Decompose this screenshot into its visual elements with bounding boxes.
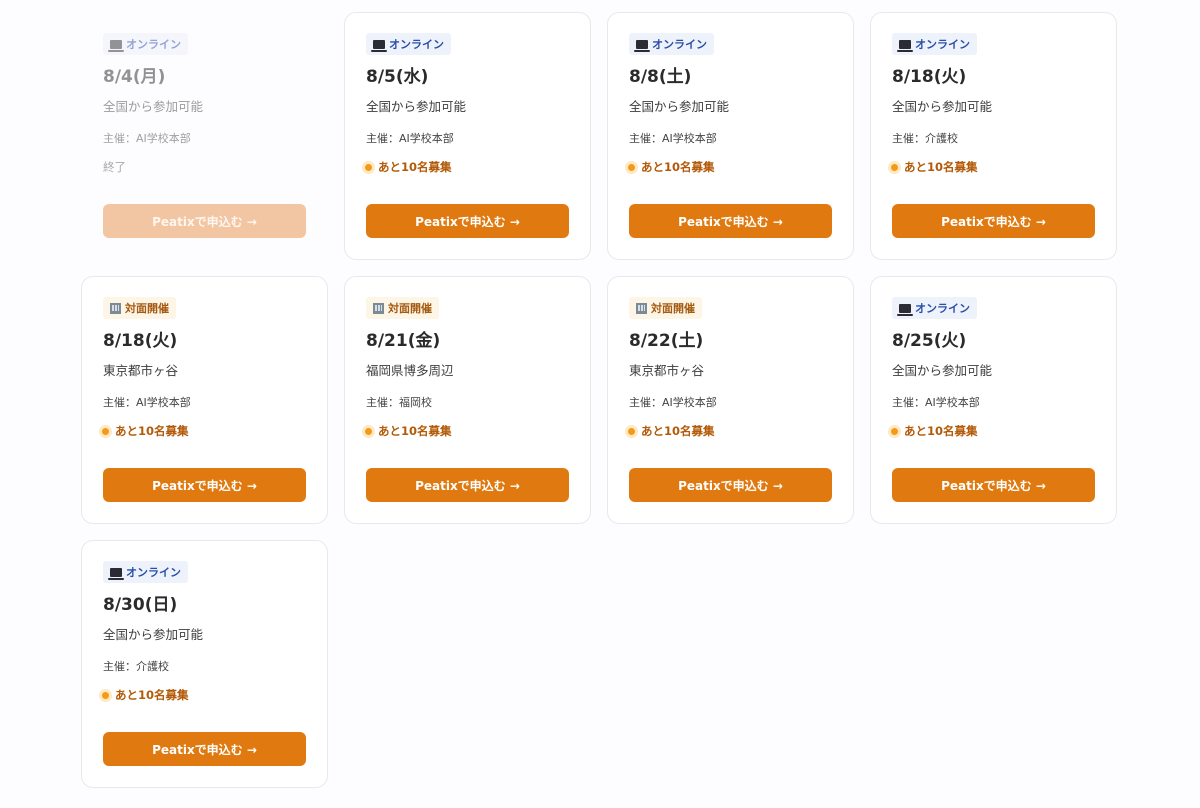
- status-dot-icon: [102, 427, 109, 435]
- event-date: 8/25(火): [892, 331, 967, 351]
- event-status-text: あと10名募集: [378, 160, 452, 174]
- event-date: 8/18(火): [103, 331, 178, 351]
- event-status: あと10名募集: [891, 159, 1095, 175]
- event-date: 8/30(日): [103, 595, 178, 615]
- event-card: オンライン 8/4(月) 全国から参加可能 主催：AI学校本部 終了 Peati…: [81, 12, 328, 260]
- event-status: あと10名募集: [628, 423, 832, 439]
- event-type-label: オンライン: [126, 566, 181, 579]
- event-date: 8/21(金): [366, 331, 441, 351]
- event-card: オンライン 8/30(日) 全国から参加可能 主催：介護校 あと10名募集 Pe…: [81, 540, 328, 788]
- peatix-apply-button[interactable]: Peatixで申込む →: [629, 468, 832, 502]
- event-location: 福岡県博多周辺: [366, 363, 454, 378]
- event-status-text: あと10名募集: [378, 424, 452, 438]
- peatix-apply-button[interactable]: Peatixで申込む →: [103, 732, 306, 766]
- status-dot-icon: [102, 691, 109, 699]
- event-type-badge: オンライン: [629, 33, 714, 55]
- event-date: 8/5(水): [366, 67, 429, 87]
- event-card: 対面開催 8/22(土) 東京都市ヶ谷 主催：AI学校本部 あと10名募集 Pe…: [607, 276, 854, 524]
- event-date: 8/18(火): [892, 67, 967, 87]
- laptop-icon: [634, 39, 650, 52]
- status-dot-icon: [891, 427, 898, 435]
- event-type-label: オンライン: [652, 38, 707, 51]
- event-status: あと10名募集: [102, 687, 306, 703]
- laptop-icon: [897, 303, 913, 316]
- peatix-apply-button[interactable]: Peatixで申込む →: [629, 204, 832, 238]
- event-type-badge: 対面開催: [366, 297, 439, 319]
- event-status: あと10名募集: [365, 159, 569, 175]
- event-host: 主催：AI学校本部: [629, 132, 717, 145]
- event-date: 8/22(土): [629, 331, 704, 351]
- event-host: 主催：AI学校本部: [629, 396, 717, 409]
- event-status-text: あと10名募集: [904, 160, 978, 174]
- event-host: 主催：福岡校: [366, 396, 432, 409]
- event-location: 全国から参加可能: [103, 627, 204, 642]
- event-location: 全国から参加可能: [366, 99, 467, 114]
- event-card: オンライン 8/5(水) 全国から参加可能 主催：AI学校本部 あと10名募集 …: [344, 12, 591, 260]
- event-type-badge: 対面開催: [103, 297, 176, 319]
- event-type-label: オンライン: [915, 38, 970, 51]
- event-type-label: 対面開催: [388, 302, 432, 315]
- event-date: 8/8(土): [629, 67, 692, 87]
- peatix-apply-button[interactable]: Peatixで申込む →: [366, 204, 569, 238]
- event-type-label: オンライン: [389, 38, 444, 51]
- event-location: 全国から参加可能: [892, 363, 993, 378]
- event-host: 主催：AI学校本部: [103, 396, 191, 409]
- peatix-apply-button: Peatixで申込む →: [103, 204, 306, 238]
- laptop-icon: [108, 39, 124, 52]
- status-dot-icon: [628, 163, 635, 171]
- event-type-badge: 対面開催: [629, 297, 702, 319]
- event-host: 主催：介護校: [892, 132, 958, 145]
- peatix-apply-button[interactable]: Peatixで申込む →: [366, 468, 569, 502]
- laptop-icon: [371, 39, 387, 52]
- event-card: オンライン 8/8(土) 全国から参加可能 主催：AI学校本部 あと10名募集 …: [607, 12, 854, 260]
- laptop-icon: [897, 39, 913, 52]
- event-type-label: 対面開催: [651, 302, 695, 315]
- status-dot-icon: [365, 163, 372, 171]
- event-host: 主催：AI学校本部: [103, 132, 191, 145]
- event-host: 主催：介護校: [103, 660, 169, 673]
- status-dot-icon: [365, 427, 372, 435]
- building-icon: [373, 302, 384, 314]
- status-dot-icon: [628, 427, 635, 435]
- event-location: 全国から参加可能: [103, 99, 204, 114]
- event-status-text: 終了: [103, 160, 126, 174]
- peatix-apply-button[interactable]: Peatixで申込む →: [103, 468, 306, 502]
- event-status-text: あと10名募集: [115, 424, 189, 438]
- event-status-text: あと10名募集: [115, 688, 189, 702]
- event-card: オンライン 8/25(火) 全国から参加可能 主催：AI学校本部 あと10名募集…: [870, 276, 1117, 524]
- event-status-text: あと10名募集: [904, 424, 978, 438]
- event-status: あと10名募集: [102, 423, 306, 439]
- event-type-badge: オンライン: [366, 33, 451, 55]
- event-location: 全国から参加可能: [892, 99, 993, 114]
- event-status: あと10名募集: [365, 423, 569, 439]
- laptop-icon: [108, 567, 124, 580]
- event-host: 主催：AI学校本部: [366, 132, 454, 145]
- event-card: 対面開催 8/18(火) 東京都市ヶ谷 主催：AI学校本部 あと10名募集 Pe…: [81, 276, 328, 524]
- event-location: 東京都市ヶ谷: [103, 363, 179, 378]
- event-status-text: あと10名募集: [641, 424, 715, 438]
- event-card: 対面開催 8/21(金) 福岡県博多周辺 主催：福岡校 あと10名募集 Peat…: [344, 276, 591, 524]
- event-host: 主催：AI学校本部: [892, 396, 980, 409]
- event-date: 8/4(月): [103, 67, 166, 87]
- event-status: 終了: [103, 159, 306, 175]
- event-status-text: あと10名募集: [641, 160, 715, 174]
- event-type-label: オンライン: [915, 302, 970, 315]
- event-type-badge: オンライン: [892, 297, 977, 319]
- event-location: 全国から参加可能: [629, 99, 730, 114]
- event-card: オンライン 8/18(火) 全国から参加可能 主催：介護校 あと10名募集 Pe…: [870, 12, 1117, 260]
- status-dot-icon: [891, 163, 898, 171]
- event-status: あと10名募集: [628, 159, 832, 175]
- building-icon: [636, 302, 647, 314]
- peatix-apply-button[interactable]: Peatixで申込む →: [892, 468, 1095, 502]
- event-type-badge: オンライン: [892, 33, 977, 55]
- event-card-grid: オンライン 8/4(月) 全国から参加可能 主催：AI学校本部 終了 Peati…: [81, 12, 1117, 788]
- event-type-label: 対面開催: [125, 302, 169, 315]
- peatix-apply-button[interactable]: Peatixで申込む →: [892, 204, 1095, 238]
- event-type-badge: オンライン: [103, 561, 188, 583]
- event-location: 東京都市ヶ谷: [629, 363, 705, 378]
- building-icon: [110, 302, 121, 314]
- event-type-label: オンライン: [126, 38, 181, 51]
- event-type-badge: オンライン: [103, 33, 188, 55]
- event-status: あと10名募集: [891, 423, 1095, 439]
